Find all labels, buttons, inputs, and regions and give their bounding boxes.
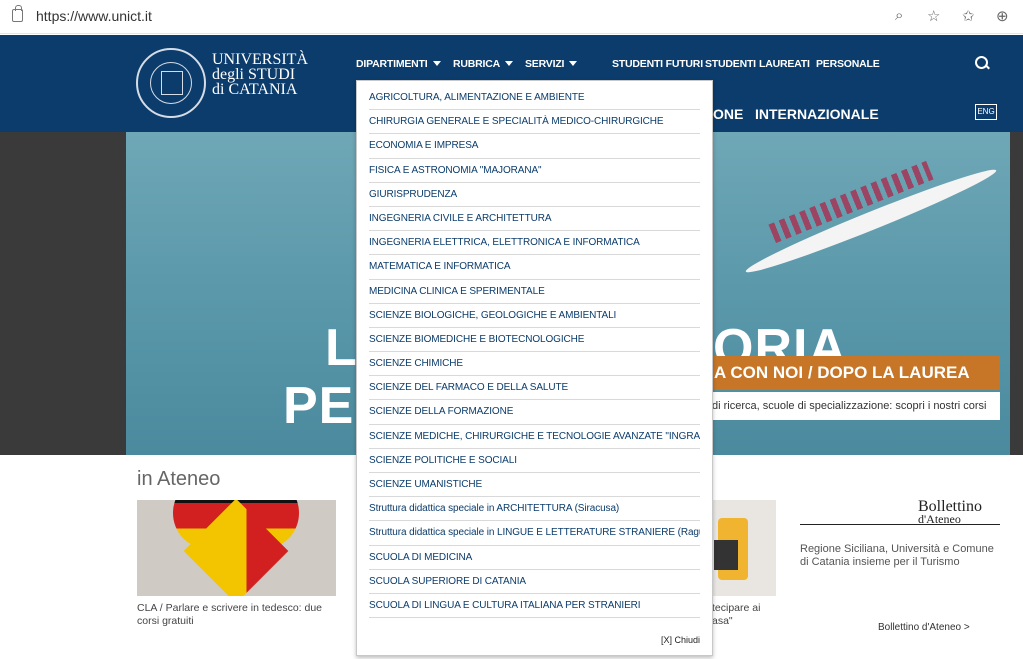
favorites-icon[interactable]: ✩ xyxy=(962,7,975,25)
hero-orange-banner[interactable]: A CON NOI / DOPO LA LAUREA xyxy=(710,356,1000,390)
bollettino-divider xyxy=(800,524,1000,525)
dropdown-item[interactable]: MEDICINA CLINICA E SPERIMENTALE xyxy=(369,280,700,304)
nav-internazionale[interactable]: INTERNAZIONALE xyxy=(755,106,879,122)
university-logo-text[interactable]: UNIVERSITÀ degli STUDI di CATANIA xyxy=(212,51,308,98)
dropdown-item[interactable]: SCUOLA SUPERIORE DI CATANIA xyxy=(369,570,700,594)
collections-icon[interactable]: ⊕ xyxy=(996,7,1009,25)
dropdown-item[interactable]: AGRICOLTURA, ALIMENTAZIONE E AMBIENTE xyxy=(369,86,700,111)
dropdown-item[interactable]: SCIENZE CHIMICHE xyxy=(369,352,700,377)
url-text[interactable]: https://www.unict.it xyxy=(36,8,152,24)
nav-studenti[interactable]: STUDENTI xyxy=(705,58,756,70)
search-icon[interactable] xyxy=(975,56,989,70)
dropdown-item[interactable]: SCIENZE MEDICHE, CHIRURGICHE E TECNOLOGI… xyxy=(369,425,700,449)
dipartimenti-dropdown-menu: AGRICOLTURA, ALIMENTAZIONE E AMBIENTE CHI… xyxy=(356,80,713,656)
hero-side-right xyxy=(1010,132,1023,455)
read-aloud-icon[interactable]: ☆ xyxy=(927,7,940,25)
news-image-laptop[interactable] xyxy=(712,500,776,596)
bollettino-news-text[interactable]: Regione Siciliana, Università e Comune d… xyxy=(800,543,1000,569)
hero-headline-2: PE xyxy=(283,377,355,435)
university-seal-logo[interactable] xyxy=(136,48,206,118)
dropdown-item[interactable]: ECONOMIA E IMPRESA xyxy=(369,134,700,159)
dropdown-item[interactable]: SCIENZE DEL FARMACO E DELLA SALUTE xyxy=(369,376,700,401)
nav-studenti-futuri[interactable]: STUDENTI FUTURI xyxy=(612,58,703,70)
nav-laureati[interactable]: LAUREATI xyxy=(759,58,810,70)
dropdown-item[interactable]: SCIENZE BIOLOGICHE, GEOLOGICHE E AMBIENT… xyxy=(369,304,700,328)
section-title-ateneo: in Ateneo xyxy=(137,468,221,490)
browser-address-bar[interactable]: https://www.unict.it ⌕ ☆ ✩ ⊕ xyxy=(0,0,1023,34)
zoom-icon[interactable]: ⌕ xyxy=(895,7,903,24)
dropdown-item[interactable]: MATEMATICA E INFORMATICA xyxy=(369,255,700,280)
dropdown-item[interactable]: INGEGNERIA CIVILE E ARCHITETTURA xyxy=(369,207,700,232)
news-caption-cla[interactable]: CLA / Parlare e scrivere in tedesco: due… xyxy=(137,602,337,628)
dropdown-list: AGRICOLTURA, ALIMENTAZIONE E AMBIENTE CHI… xyxy=(357,86,712,619)
nav-rubrica[interactable]: RUBRICA xyxy=(453,58,514,70)
dropdown-item[interactable]: SCIENZE POLITICHE E SOCIALI xyxy=(369,449,700,473)
german-heart-image[interactable] xyxy=(137,500,336,596)
chevron-down-icon xyxy=(569,61,578,66)
logo-line-2: degli STUDI xyxy=(212,66,296,83)
chevron-down-icon xyxy=(505,61,514,66)
hero-subtitle[interactable]: di ricerca, scuole di specializzazione: … xyxy=(710,392,1000,420)
dropdown-item[interactable]: Struttura didattica speciale in LINGUE E… xyxy=(369,521,700,546)
page-info-icon[interactable] xyxy=(12,5,23,22)
nav-partial-item[interactable]: ONE xyxy=(713,106,743,122)
dropdown-close-button[interactable]: [X] Chiudi xyxy=(661,635,700,645)
dropdown-item[interactable]: SCUOLA DI MEDICINA xyxy=(369,546,700,570)
nav-dipartimenti[interactable]: DIPARTIMENTI xyxy=(356,58,441,70)
nav-personale[interactable]: PERSONALE xyxy=(816,58,880,70)
logo-line-3: di CATANIA xyxy=(212,81,298,98)
news-caption-partial[interactable]: tecipare ai asa" xyxy=(712,602,782,628)
nav-servizi[interactable]: SERVIZI xyxy=(525,58,578,70)
dropdown-item[interactable]: SCIENZE BIOMEDICHE E BIOTECNOLOGICHE xyxy=(369,328,700,353)
bollettino-logo[interactable]: Bollettino d'Ateneo xyxy=(918,499,982,526)
hero-headline-1a: L xyxy=(325,319,358,377)
dropdown-item[interactable]: SCIENZE DELLA FORMAZIONE xyxy=(369,400,700,425)
hero-side-left xyxy=(0,132,126,455)
dropdown-item[interactable]: FISICA E ASTRONOMIA "MAJORANA" xyxy=(369,159,700,183)
language-switch-eng[interactable]: ENG xyxy=(975,104,997,120)
dropdown-item[interactable]: Struttura didattica speciale in ARCHITET… xyxy=(369,497,700,522)
dropdown-item[interactable]: CHIRURGIA GENERALE E SPECIALITÀ MEDICO-C… xyxy=(369,110,700,135)
bollettino-link[interactable]: Bollettino d'Ateneo > xyxy=(878,622,970,633)
dropdown-item[interactable]: GIURISPRUDENZA xyxy=(369,183,700,207)
chevron-down-icon xyxy=(432,61,441,66)
dropdown-item[interactable]: SCUOLA DI LINGUA E CULTURA ITALIANA PER … xyxy=(369,594,700,619)
dropdown-item[interactable]: SCIENZE UMANISTICHE xyxy=(369,473,700,498)
dropdown-item[interactable]: INGEGNERIA ELETTRICA, ELETTRONICA E INFO… xyxy=(369,231,700,256)
logo-line-1: UNIVERSITÀ xyxy=(212,51,308,68)
